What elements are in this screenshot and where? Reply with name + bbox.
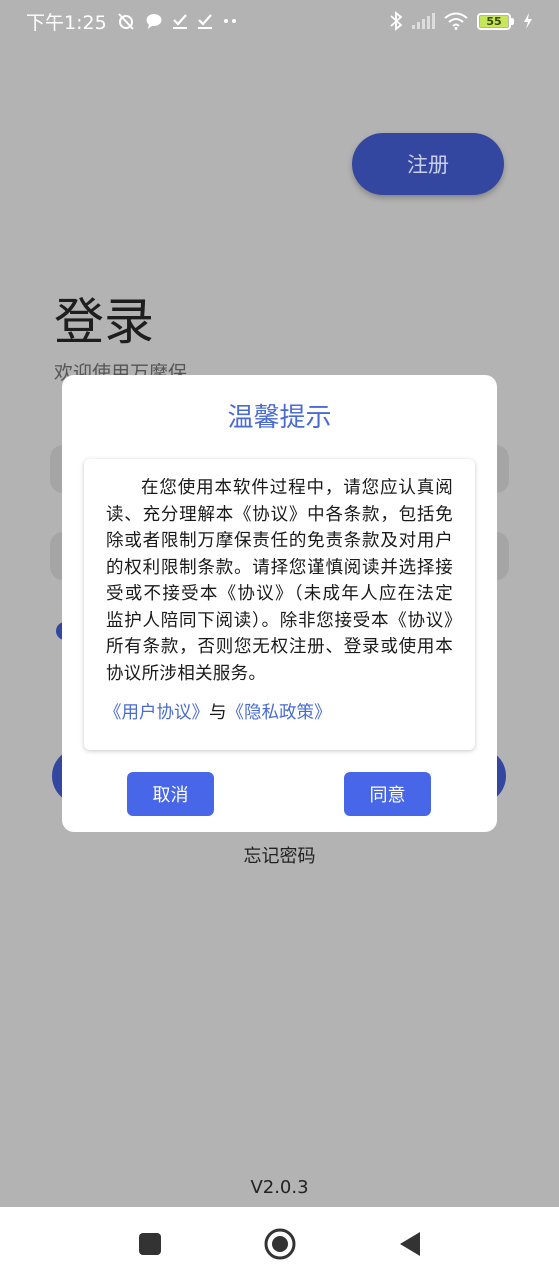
recents-square-icon[interactable]	[132, 1226, 168, 1262]
and-text: 与	[209, 703, 227, 723]
battery-tip	[511, 17, 514, 25]
agreement-links: 《用户协议》与《隐私政策》	[104, 699, 453, 724]
battery-icon: 55	[477, 12, 514, 30]
check-download-icon	[197, 12, 213, 30]
navigation-bar	[0, 1207, 559, 1280]
home-circle-icon[interactable]	[262, 1226, 298, 1262]
back-triangle-icon[interactable]	[392, 1226, 428, 1262]
privacy-policy-link[interactable]: 《隐私政策》	[227, 703, 332, 723]
dialog-title: 温馨提示	[227, 403, 332, 433]
status-left: 下午1:25	[26, 8, 238, 35]
wifi-icon	[444, 12, 468, 30]
forgot-password-link[interactable]: 忘记密码	[0, 842, 559, 868]
more-dots-icon	[222, 17, 238, 25]
bluetooth-icon	[390, 11, 402, 31]
version-label: V2.0.3	[250, 1177, 309, 1198]
cancel-button[interactable]: 取消	[127, 772, 214, 816]
chat-bubble-icon	[145, 12, 163, 30]
register-button[interactable]: 注册	[352, 133, 504, 195]
status-right: 55	[390, 11, 533, 31]
page-title: 登录	[54, 293, 154, 351]
signal-icon	[411, 13, 435, 29]
agreement-text: 在您使用本软件过程中，请您应认真阅读、充分理解本《协议》中各条款，包括免除或者限…	[106, 478, 453, 684]
agree-button[interactable]: 同意	[344, 772, 431, 816]
status-bar: 下午1:25 55	[0, 0, 559, 42]
battery-body: 55	[477, 12, 511, 30]
charging-icon	[523, 13, 533, 29]
alarm-muted-icon	[116, 11, 136, 31]
check-download-icon	[172, 12, 188, 30]
battery-level: 55	[480, 15, 508, 28]
status-time: 下午1:25	[26, 11, 107, 34]
agreement-card: 在您使用本软件过程中，请您应认真阅读、充分理解本《协议》中各条款，包括免除或者限…	[84, 459, 475, 750]
agreement-dialog: 温馨提示 在您使用本软件过程中，请您应认真阅读、充分理解本《协议》中各条款，包括…	[62, 375, 497, 832]
user-agreement-link[interactable]: 《用户协议》	[104, 703, 209, 723]
